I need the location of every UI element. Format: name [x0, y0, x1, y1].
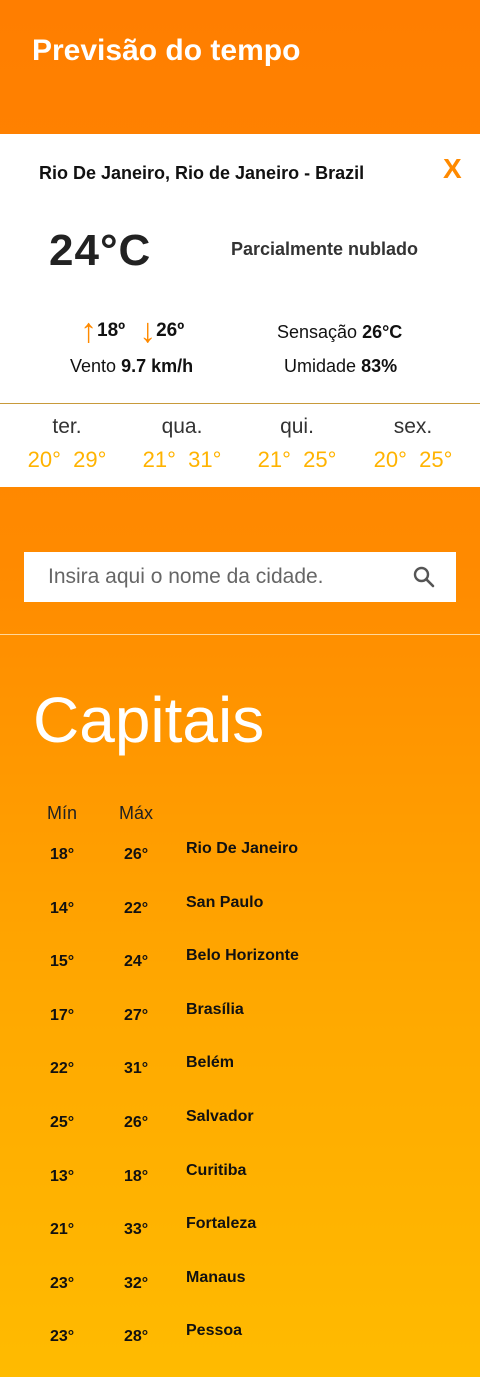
feels-like-value: 26°C [362, 322, 403, 342]
capital-max: 33° [124, 1221, 149, 1238]
capital-row: 14° 22° San Paulo [0, 894, 480, 934]
capital-city: Curitiba [186, 1162, 247, 1179]
min-column-header: Mín [47, 803, 78, 823]
max-column-header: Máx [119, 803, 154, 823]
feels-like: Sensação 26°C [277, 322, 402, 343]
arrow-down-icon: ↓ [139, 312, 157, 350]
capital-row: 17° 27° Brasília [0, 1001, 480, 1041]
forecast-day: qui. 21° 25° [237, 404, 357, 473]
capital-min: 17° [50, 1007, 75, 1024]
capital-min: 14° [50, 900, 75, 917]
capital-max: 31° [124, 1060, 149, 1077]
location-name: Rio De Janeiro, Rio de Janeiro - Brazil [39, 163, 365, 183]
capital-row: 22° 31° Belém [0, 1054, 480, 1094]
capital-min: 23° [50, 1275, 75, 1292]
forecast-day-temps: 20° 25° [373, 447, 453, 472]
capital-city: Pessoa [186, 1322, 243, 1339]
capital-city: Belo Horizonte [186, 947, 299, 964]
capital-city: Rio De Janeiro [186, 840, 299, 857]
capitals-title: Capitais [33, 684, 265, 756]
search-input[interactable] [48, 552, 398, 602]
capital-row: 15° 24° Belo Horizonte [0, 947, 480, 987]
forecast-day-name: qua. [161, 415, 203, 438]
capital-city: Manaus [186, 1269, 246, 1286]
capital-city: Fortaleza [186, 1215, 257, 1232]
forecast-day-name: qui. [280, 415, 314, 438]
forecast-day-temps: 21° 31° [142, 447, 222, 472]
capital-max: 32° [124, 1275, 149, 1292]
capital-max: 24° [124, 953, 149, 970]
capital-min: 13° [50, 1168, 75, 1185]
forecast-strip: ter. 20° 29° qua. 21° 31° qui. 21° 25° s… [0, 404, 480, 487]
capital-row: 23° 32° Manaus [0, 1269, 480, 1309]
capital-max: 22° [124, 900, 149, 917]
capital-city: Brasília [186, 1001, 244, 1018]
humidity: Umidade 83% [284, 356, 397, 377]
capital-max: 28° [124, 1328, 149, 1345]
capital-min: 15° [50, 953, 75, 970]
forecast-day-temps: 21° 25° [257, 447, 337, 472]
city-search-box [24, 552, 456, 602]
capital-min: 18° [50, 846, 75, 863]
humidity-value: 83% [361, 356, 398, 376]
capital-max: 26° [124, 846, 149, 863]
capital-min: 21° [50, 1221, 75, 1238]
forecast-day-name: ter. [52, 415, 82, 438]
capital-min: 25° [50, 1114, 75, 1131]
forecast-day: ter. 20° 29° [7, 404, 127, 473]
app-header: Previsão do tempo [0, 0, 480, 134]
capital-max: 18° [124, 1168, 149, 1185]
search-icon[interactable] [413, 566, 435, 593]
capital-row: 13° 18° Curitiba [0, 1162, 480, 1202]
wind: Vento 9.7 km/h [70, 356, 193, 377]
weather-condition: Parcialmente nublado [231, 239, 419, 259]
wind-value: 9.7 km/h [121, 356, 194, 376]
forecast-day: sex. 20° 25° [353, 404, 473, 473]
feels-like-label: Sensação [277, 322, 358, 342]
capital-max: 26° [124, 1114, 149, 1131]
capital-row: 18° 26° Rio De Janeiro [0, 840, 480, 880]
humidity-label: Umidade [284, 356, 357, 376]
forecast-day: qua. 21° 31° [122, 404, 242, 473]
min-temp: 18º [97, 320, 126, 341]
min-max-temps: ↑ 18º ↓ 26º [80, 312, 198, 350]
max-temp: 26º [156, 320, 185, 341]
wind-label: Vento [70, 356, 117, 376]
capital-city: Belém [186, 1054, 235, 1071]
capital-row: 21° 33° Fortaleza [0, 1215, 480, 1255]
capital-row: 23° 28° Pessoa [0, 1322, 480, 1362]
capital-max: 27° [124, 1007, 149, 1024]
capital-city: San Paulo [186, 894, 264, 911]
current-temperature: 24°C [49, 226, 152, 275]
forecast-day-temps: 20° 29° [27, 447, 107, 472]
forecast-day-name: sex. [393, 415, 433, 438]
arrow-up-icon: ↑ [80, 312, 97, 350]
capital-city: Salvador [186, 1108, 254, 1125]
capital-row: 25° 26° Salvador [0, 1108, 480, 1148]
page-title: Previsão do tempo [32, 34, 301, 67]
capital-min: 22° [50, 1060, 75, 1077]
close-button[interactable]: X [443, 153, 462, 185]
capital-min: 23° [50, 1328, 75, 1345]
section-divider [0, 634, 480, 635]
